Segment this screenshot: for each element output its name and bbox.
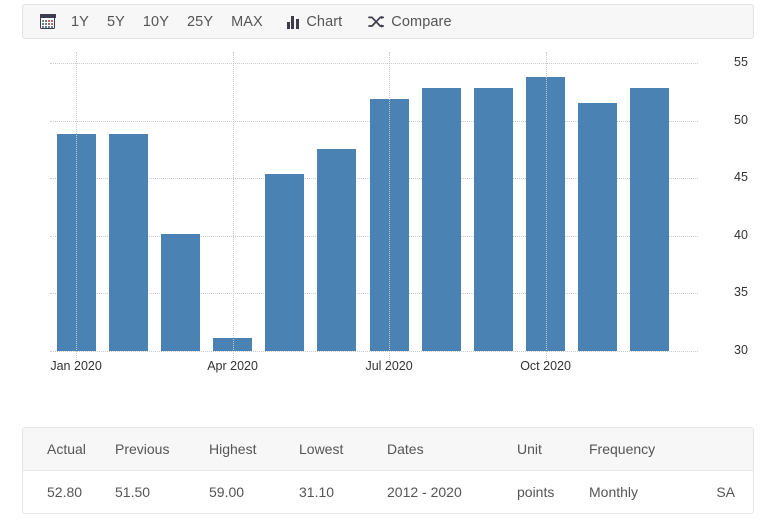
range-label: 1Y (71, 13, 89, 30)
range-label: 5Y (106, 13, 125, 30)
y-axis-tick-label: 40 (734, 227, 748, 242)
compare-label: Compare (391, 13, 452, 30)
column-header-highest: Highest (209, 441, 257, 457)
cell-frequency: Monthly (589, 484, 639, 500)
compare-button[interactable]: Compare (359, 5, 460, 38)
column-header-frequency: Frequency (589, 441, 656, 457)
column-header-previous: Previous (115, 441, 170, 457)
y-axis-tick-label: 45 (734, 170, 748, 185)
bar[interactable] (160, 233, 200, 351)
cell-unit: points (517, 484, 555, 500)
y-axis-tick-label: 55 (734, 55, 748, 69)
cell-dates: 2012 - 2020 (387, 484, 462, 500)
cell-actual: 52.80 (47, 484, 83, 500)
chart-widget: 1Y 5Y 10Y 25Y MAX Chart Compare 30 35 40… (0, 0, 776, 524)
gridline-vertical (232, 52, 234, 362)
bar[interactable] (473, 88, 513, 351)
calendar-button[interactable] (33, 5, 62, 38)
bar[interactable] (317, 149, 357, 351)
cell-highest: 59.00 (209, 484, 245, 500)
chart-type-label: Chart (306, 13, 343, 30)
table-row: 52.80 51.50 59.00 31.10 2012 - 2020 poin… (23, 471, 753, 513)
gridline-horizontal (50, 63, 698, 64)
bar[interactable] (630, 88, 670, 351)
column-header-adjustment (709, 428, 753, 470)
column-header-unit: Unit (517, 441, 542, 457)
shuffle-icon (368, 15, 385, 29)
bar[interactable] (265, 173, 305, 351)
gridline-horizontal (50, 351, 698, 352)
calendar-icon (39, 14, 56, 29)
x-axis-tick-label: Jan 2020 (50, 359, 102, 373)
bar[interactable] (578, 103, 618, 351)
gridline-vertical (76, 52, 78, 362)
range-button-10y[interactable]: 10Y (134, 5, 178, 38)
y-axis-tick-label: 35 (734, 285, 748, 300)
gridline-vertical (389, 52, 391, 362)
chart-toolbar: 1Y 5Y 10Y 25Y MAX Chart Compare (22, 4, 754, 39)
chart-area[interactable]: 30 35 40 45 50 55 Jan 2020 Apr 2020 Jul 2020 Oct … (22, 46, 754, 386)
bar[interactable] (108, 134, 148, 351)
cell-previous: 51.50 (115, 484, 151, 500)
x-axis-tick-label: Jul 2020 (365, 359, 413, 373)
x-axis-tick-label: Oct 2020 (520, 359, 571, 373)
range-label: MAX (231, 13, 263, 30)
cell-lowest: 31.10 (299, 484, 335, 500)
bar[interactable] (421, 88, 461, 351)
range-button-25y[interactable]: 25Y (178, 5, 222, 38)
column-header-dates: Dates (387, 441, 424, 457)
stats-table: Actual Previous Highest Lowest Dates Uni… (22, 427, 754, 514)
y-axis-tick-label: 30 (734, 343, 748, 357)
column-header-lowest: Lowest (299, 441, 344, 457)
column-header-actual: Actual (47, 441, 86, 457)
table-header-row: Actual Previous Highest Lowest Dates Uni… (23, 428, 753, 471)
range-label: 25Y (186, 13, 214, 30)
chart-type-button[interactable]: Chart (278, 5, 351, 38)
range-button-5y[interactable]: 5Y (98, 5, 134, 38)
y-axis-tick-label: 50 (734, 112, 748, 127)
x-axis-tick-label: Apr 2020 (207, 359, 258, 373)
range-label: 10Y (142, 13, 169, 30)
bar-chart-icon (286, 15, 301, 29)
range-button-1y[interactable]: 1Y (62, 5, 98, 38)
range-button-max[interactable]: MAX (222, 5, 272, 38)
cell-adjustment: SA (716, 484, 735, 500)
gridline-vertical (545, 52, 547, 362)
plot-region[interactable]: 30 35 40 45 50 55 Jan 2020 Apr 2020 Jul 2020 Oct … (50, 52, 748, 373)
